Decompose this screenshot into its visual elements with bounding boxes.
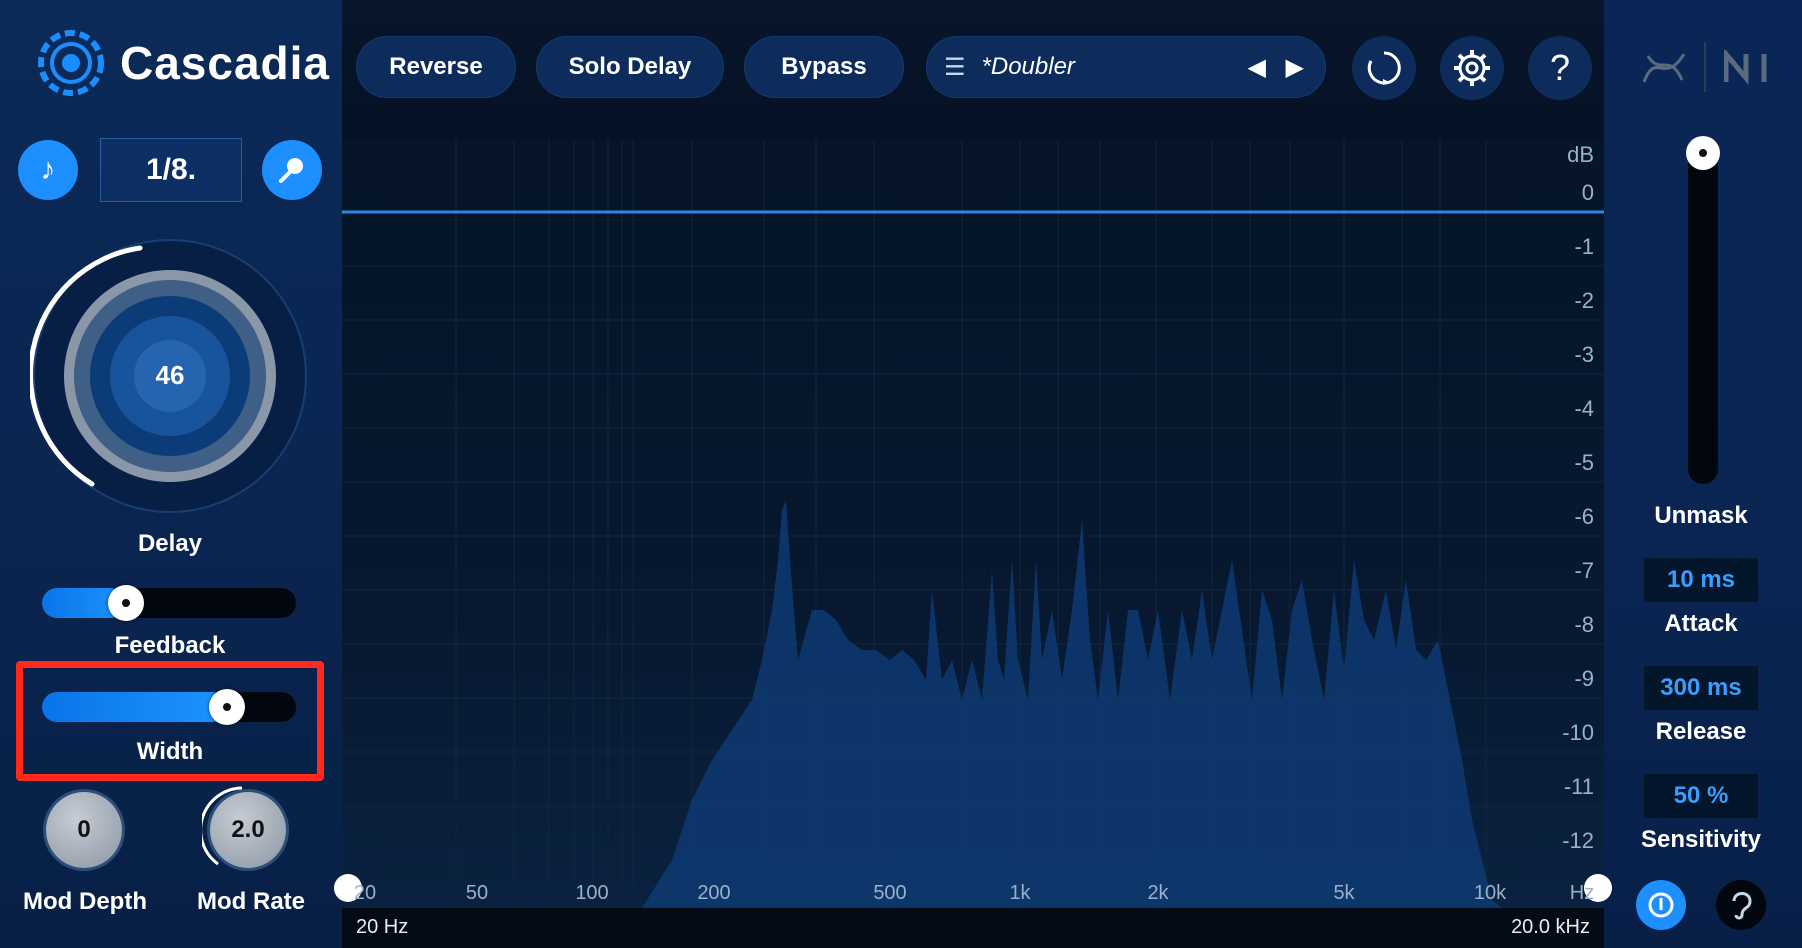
gear-icon[interactable] [1440, 36, 1504, 100]
mod-depth-knob[interactable]: 0 [46, 792, 122, 868]
spectrum-graph [342, 140, 1604, 908]
feedback-slider[interactable] [42, 585, 296, 621]
spectrum-curve [642, 500, 1502, 908]
release-label: Release [1655, 718, 1747, 745]
help-icon[interactable]: ? [1528, 36, 1592, 100]
reverse-button[interactable]: Reverse [356, 36, 516, 98]
delay-knob[interactable]: 46 [28, 236, 310, 516]
bypass-button[interactable]: Bypass [744, 36, 904, 98]
sensitivity-value[interactable]: 50 % [1644, 774, 1758, 818]
music-note-icon[interactable]: ♪ [18, 140, 78, 200]
unmask-thumb[interactable] [1686, 136, 1720, 170]
db-tick: -4 [1574, 396, 1594, 421]
prev-preset-icon[interactable]: ◀ [1248, 53, 1266, 82]
width-label: Width [136, 738, 204, 765]
attack-value[interactable]: 10 ms [1644, 558, 1758, 602]
delay-sync-value[interactable]: 1/8. [100, 138, 242, 202]
db-tick: -3 [1574, 342, 1594, 367]
db-tick: -2 [1574, 288, 1594, 313]
spectrum-display[interactable]: dB 0 -1 -2 -3 -4 -5 -6 -7 -8 -9 -10 -11 … [342, 140, 1604, 908]
hz-tick: 2k [1147, 882, 1169, 904]
release-value[interactable]: 300 ms [1644, 666, 1758, 710]
db-tick: -12 [1562, 828, 1594, 853]
cascadia-logo-icon [36, 28, 106, 98]
db-tick: 0 [1581, 180, 1594, 205]
width-slider[interactable] [42, 689, 296, 725]
frequency-range-bar: 20 Hz 20.0 kHz [342, 908, 1604, 948]
width-thumb[interactable] [209, 689, 246, 725]
unmask-slider[interactable] [1688, 136, 1718, 484]
delay-knob-value: 46 [155, 360, 185, 390]
app-title: Cascadia [120, 37, 331, 89]
hz-tick: 500 [873, 882, 907, 904]
hz-tick: 200 [697, 882, 731, 904]
mod-rate-label: Mod Rate [197, 888, 305, 915]
unmask-label: Unmask [1654, 502, 1748, 529]
mod-depth-label: Mod Depth [23, 888, 147, 915]
db-tick: -1 [1574, 234, 1594, 259]
hz-tick: 100 [575, 882, 609, 904]
db-tick: -8 [1574, 612, 1594, 637]
pin-icon[interactable] [262, 140, 322, 200]
izotope-logo-icon [1640, 46, 1688, 90]
sensitivity-label: Sensitivity [1640, 826, 1762, 853]
preset-list-icon[interactable]: ☰ [944, 53, 966, 82]
db-tick: -7 [1574, 558, 1594, 583]
preset-name[interactable]: *Doubler [982, 53, 1075, 81]
range-low-label: 20 Hz [356, 916, 409, 938]
preset-bar[interactable]: ☰ *Doubler ◀ ▶ [926, 36, 1326, 98]
db-tick: -10 [1562, 720, 1594, 745]
ni-logo-icon [1723, 47, 1776, 85]
logo-divider [1704, 42, 1706, 92]
hz-tick: Hz [1569, 882, 1595, 904]
hz-tick: 5k [1333, 882, 1355, 904]
width-fill [42, 692, 228, 722]
db-tick: -5 [1574, 450, 1594, 475]
db-tick: -9 [1574, 666, 1594, 691]
hz-tick: 10k [1473, 882, 1507, 904]
power-icon[interactable] [1636, 880, 1686, 930]
db-unit-label: dB [1567, 142, 1594, 167]
db-tick: -6 [1574, 504, 1594, 529]
solo-delay-button[interactable]: Solo Delay [536, 36, 724, 98]
hz-tick: 20 [353, 882, 377, 904]
db-tick: -11 [1563, 774, 1594, 799]
range-high-label: 20.0 kHz [1511, 916, 1590, 938]
feedback-thumb[interactable] [107, 585, 144, 621]
hz-tick: 1k [1009, 882, 1031, 904]
loop-icon[interactable] [1352, 36, 1416, 100]
ear-icon[interactable] [1716, 880, 1766, 930]
mod-rate-arc [202, 786, 243, 866]
hz-tick: 50 [465, 882, 489, 904]
next-preset-icon[interactable]: ▶ [1286, 53, 1304, 82]
attack-label: Attack [1664, 610, 1738, 637]
delay-label: Delay [137, 530, 203, 557]
feedback-label: Feedback [114, 632, 226, 659]
